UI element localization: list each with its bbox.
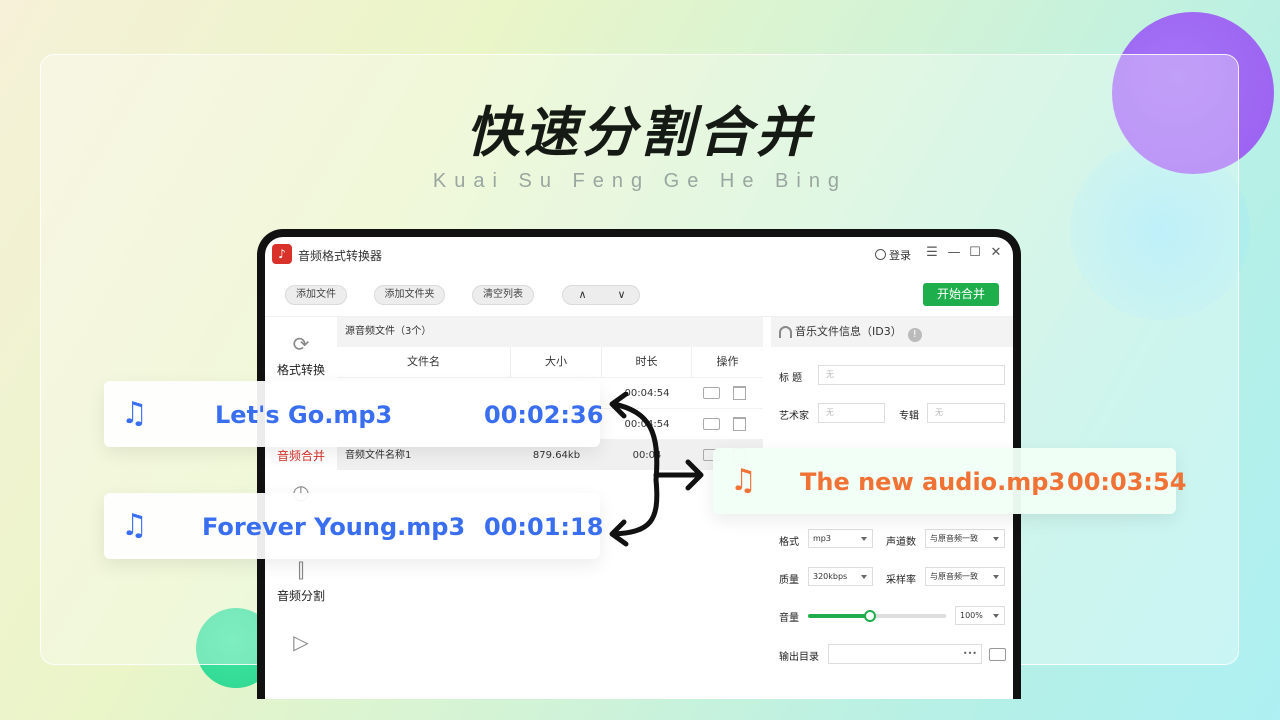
card-file-name: Let's Go.mp3 — [215, 401, 393, 429]
column-header-actions: 操作 — [716, 355, 739, 368]
volume-slider-fill — [808, 614, 871, 618]
close-icon[interactable]: ✕ — [988, 245, 1004, 260]
audio-card-lets-go: ♫ Let's Go.mp3 00:02:36 — [104, 381, 604, 447]
title-label: 标 题 — [779, 373, 803, 384]
samplerate-select[interactable]: 与原音频一致 — [925, 567, 1005, 586]
sidebar-item-label: 音频合并 — [276, 449, 325, 463]
start-merge-button[interactable]: 开始合并 — [923, 283, 999, 306]
file-list-header: 源音频文件（3个） — [337, 317, 763, 347]
trash-icon[interactable] — [733, 417, 746, 431]
column-header-filename: 文件名 — [337, 347, 511, 377]
music-note-icon: ♫ — [121, 508, 148, 543]
app-logo-icon: ♪ — [272, 244, 292, 264]
channels-label: 声道数 — [886, 537, 916, 548]
user-icon — [875, 249, 886, 260]
move-up-button[interactable]: ∧ — [563, 286, 602, 304]
app-name: 音频格式转换器 — [298, 249, 383, 263]
sidebar-item-label: 格式转换 — [276, 363, 325, 377]
merge-arrows-icon — [609, 392, 704, 547]
sidebar-item-label: 音频分割 — [276, 589, 325, 603]
clear-list-button[interactable]: 清空列表 — [472, 285, 534, 305]
column-header-size: 大小 — [511, 347, 602, 377]
audio-card-forever-young: ♫ Forever Young.mp3 00:01:18 — [104, 493, 604, 559]
music-note-icon: ♫ — [121, 396, 148, 431]
video-icon: ▷ — [293, 630, 309, 654]
add-file-button[interactable]: 添加文件 — [285, 285, 347, 305]
hero-title: 快速分割合并 — [466, 101, 814, 164]
login-button[interactable]: 登录 — [875, 247, 911, 263]
output-dir-label: 输出目录 — [779, 652, 819, 663]
reorder-buttons: ∧ ∨ — [562, 285, 640, 305]
quality-label: 质量 — [779, 575, 799, 586]
channels-select[interactable]: 与原音频一致 — [925, 529, 1005, 548]
format-select[interactable]: mp3 — [808, 529, 873, 548]
move-down-button[interactable]: ∨ — [602, 286, 641, 304]
samplerate-label: 采样率 — [886, 575, 916, 586]
music-note-icon: ♫ — [730, 463, 757, 498]
card-file-name: The new audio.mp3 — [800, 468, 1066, 496]
sidebar-item-format-convert[interactable]: ⟳ 格式转换 — [265, 331, 337, 378]
audio-card-merged-output: ♫ The new audio.mp3 00:03:54 — [713, 448, 1186, 514]
card-file-name: Forever Young.mp3 — [202, 513, 466, 541]
login-label: 登录 — [889, 249, 911, 262]
card-duration: 00:03:54 — [1067, 468, 1187, 496]
maximize-icon[interactable]: ☐ — [967, 245, 983, 260]
volume-slider[interactable] — [808, 610, 946, 622]
sidebar-item-video[interactable]: ▷ — [265, 629, 337, 659]
title-bar: ♪ 音频格式转换器 登录 ☰ — ☐ ✕ — [265, 237, 1013, 273]
folder-icon[interactable] — [989, 648, 1006, 661]
id3-header-label: 音乐文件信息（ID3） — [795, 325, 902, 338]
output-dir-field[interactable]: ••• — [828, 644, 982, 664]
add-folder-button[interactable]: 添加文件夹 — [374, 285, 445, 305]
volume-slider-handle[interactable] — [864, 610, 877, 622]
quality-select[interactable]: 320kbps — [808, 567, 873, 586]
format-label: 格式 — [779, 537, 799, 548]
refresh-icon: ⟳ — [292, 332, 310, 356]
album-label: 专辑 — [899, 411, 919, 422]
volume-stepper[interactable]: 100% — [955, 606, 1005, 625]
split-icon: ⫿ — [297, 558, 305, 582]
artist-label: 艺术家 — [779, 411, 809, 422]
info-icon[interactable]: ! — [907, 328, 922, 342]
minimize-icon[interactable]: — — [946, 245, 962, 260]
album-field[interactable]: 无 — [927, 403, 1005, 423]
artist-field[interactable]: 无 — [818, 403, 885, 423]
headphones-icon — [779, 326, 792, 338]
menu-icon[interactable]: ☰ — [924, 245, 940, 260]
volume-label: 音量 — [779, 613, 799, 624]
sidebar-item-audio-split[interactable]: ⫿ 音频分割 — [265, 557, 337, 604]
card-duration: 00:01:18 — [484, 513, 604, 541]
id3-info-header: 音乐文件信息（ID3）! — [771, 317, 1013, 347]
title-field[interactable]: 无 — [818, 365, 1005, 385]
toolbar: 添加文件 添加文件夹 清空列表 ∧ ∨ 开始合并 — [265, 273, 1013, 317]
trash-icon[interactable] — [733, 386, 746, 400]
column-header-duration: 时长 — [602, 347, 692, 377]
hero-subtitle: Kuai Su Feng Ge He Bing — [432, 170, 848, 192]
card-duration: 00:02:36 — [484, 401, 604, 429]
